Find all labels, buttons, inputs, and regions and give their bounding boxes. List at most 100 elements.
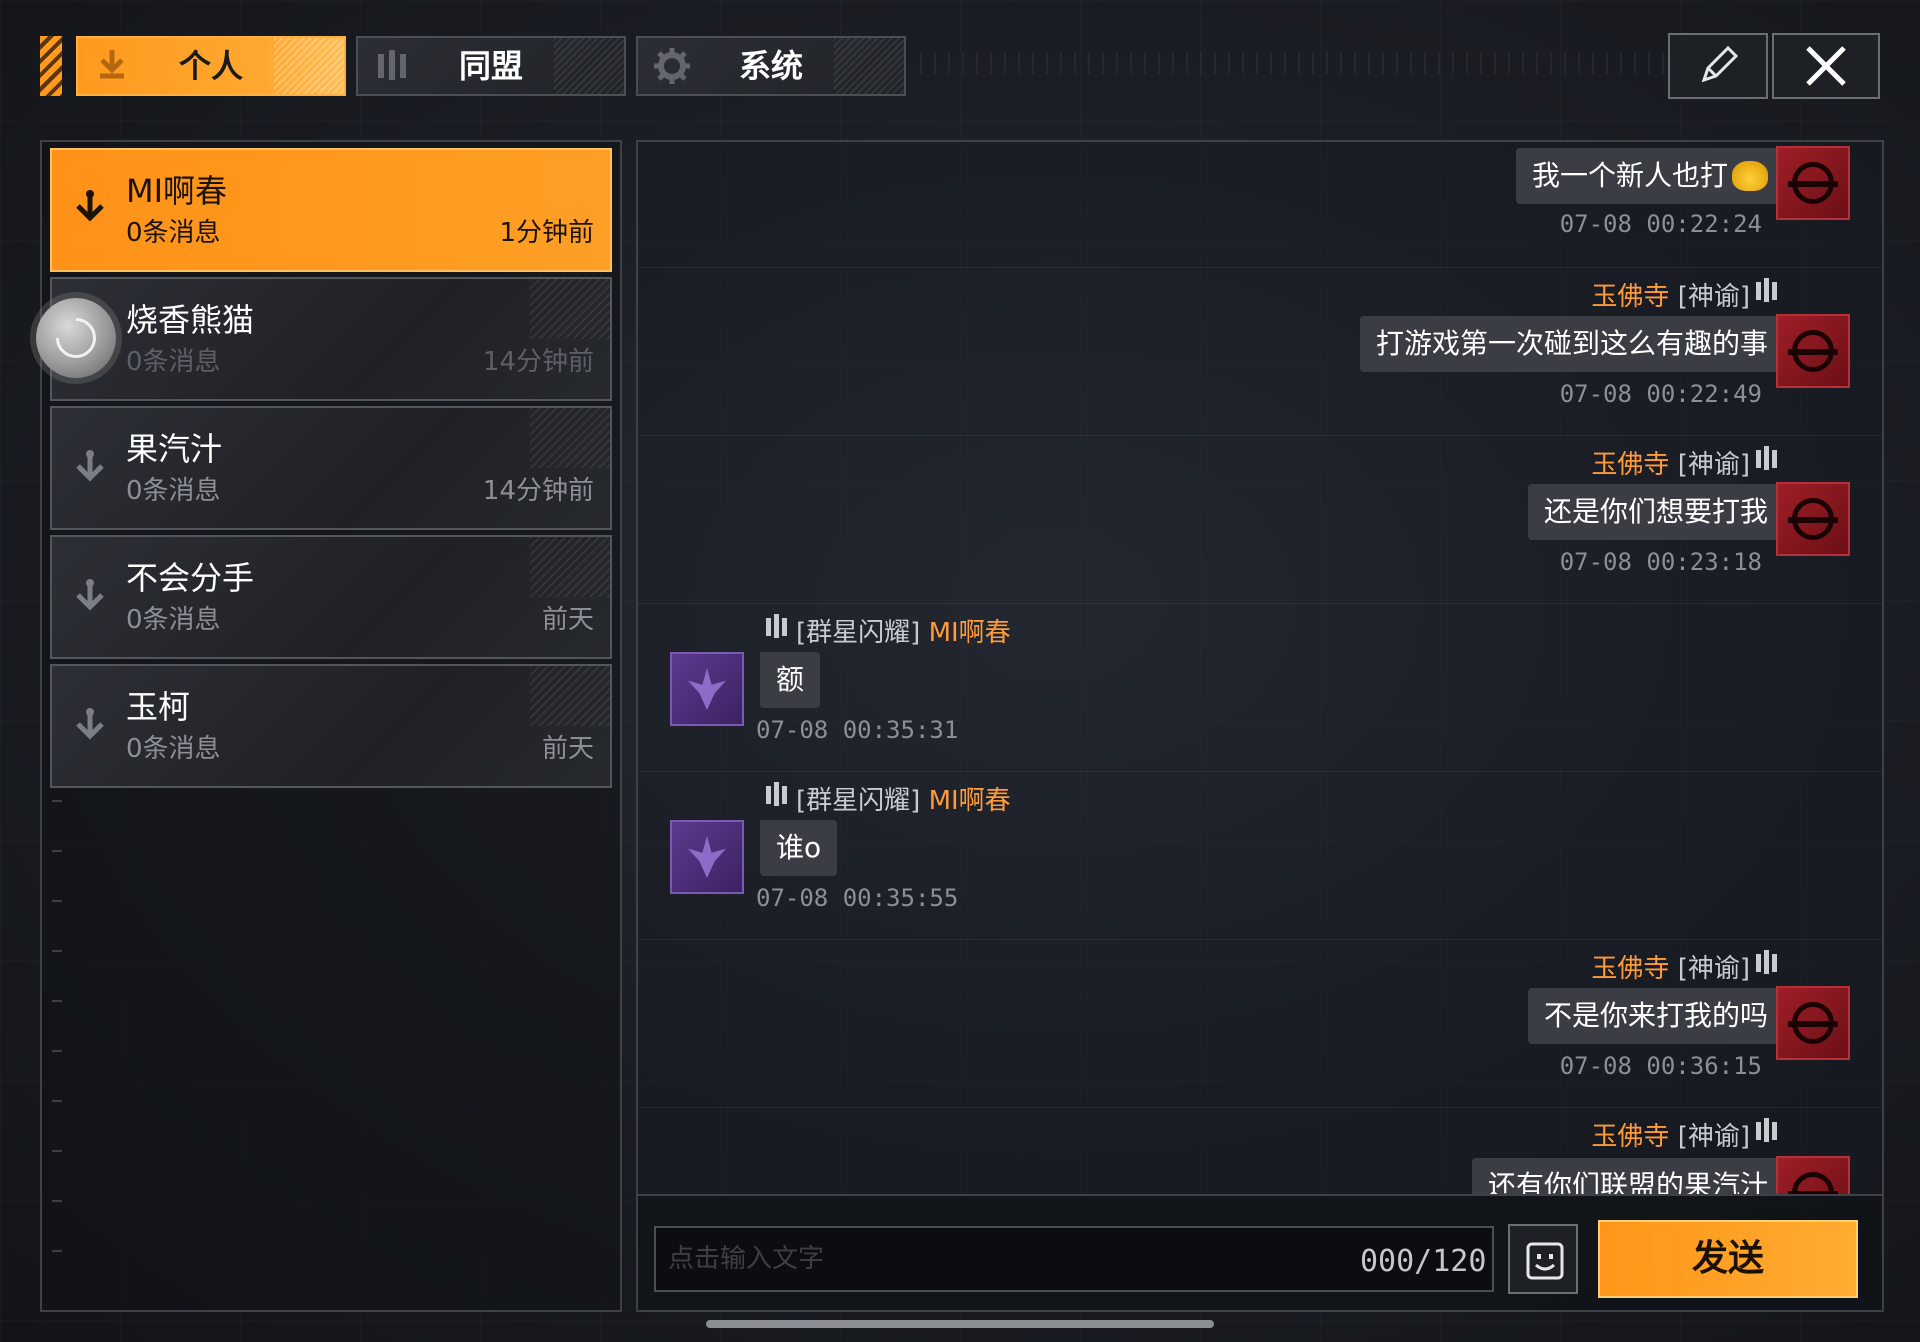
avatar[interactable]: [670, 652, 744, 726]
tab-alliance-label: 同盟: [458, 47, 523, 85]
chat-panel: 我一个新人也打 07-08 00:22:24 玉佛寺 [神谕] 打游戏第一次碰到…: [636, 140, 1884, 1312]
message-item: 玉佛寺 [神谕] 打游戏第一次碰到这么有趣的事 07-08 00:22:49: [638, 276, 1882, 426]
contact-time: 前天: [541, 605, 594, 635]
contact-item[interactable]: MI啊春 0条消息 1分钟前: [50, 148, 612, 272]
sender-guild: [神谕]: [1677, 282, 1750, 312]
sender-name: 玉佛寺: [1591, 450, 1670, 480]
scrollbar[interactable]: [706, 1320, 1214, 1328]
sender-guild: [群星闪耀]: [796, 786, 921, 816]
sender-guild: [群星闪耀]: [796, 618, 921, 648]
contact-time: 1分钟前: [499, 218, 594, 248]
contact-item[interactable]: 烧香熊猫 0条消息 14分钟前: [50, 277, 612, 401]
message-bubble[interactable]: 额: [760, 652, 821, 708]
row-divider: [638, 939, 1882, 940]
character-counter: 000/120: [1360, 1244, 1487, 1279]
sender-name: MI啊春: [928, 618, 1011, 648]
emoji-sticker-icon: [1732, 161, 1768, 191]
contact-time: 14分钟前: [482, 476, 594, 506]
message-bubble[interactable]: 打游戏第一次碰到这么有趣的事: [1359, 316, 1797, 372]
avatar[interactable]: [1776, 314, 1850, 388]
message-sender: 玉佛寺 [神谕]: [1591, 276, 1750, 313]
contact-message-count: 0条消息: [126, 218, 221, 248]
tab-personal-label: 个人: [178, 47, 243, 85]
contact-name: 烧香熊猫: [126, 301, 255, 339]
sender-guild: [神谕]: [1677, 954, 1750, 984]
message-item: 玉佛寺 [神谕] 还是你们想要打我 07-08 00:23:18: [638, 444, 1882, 594]
message-item: 玉佛寺 [神谕] 还有你们联盟的果汽汁: [638, 1116, 1882, 1194]
sender-name: MI啊春: [928, 786, 1011, 816]
ruler-decoration: [52, 800, 62, 1300]
close-button[interactable]: [1772, 33, 1880, 99]
message-timestamp: 07-08 00:35:31: [756, 716, 959, 744]
message-bubble[interactable]: 还有你们联盟的果汽汁: [1471, 1158, 1797, 1194]
contact-item[interactable]: 不会分手 0条消息 前天: [50, 535, 612, 659]
message-sender: [群星闪耀] MI啊春: [796, 612, 1011, 649]
tab-alliance[interactable]: 同盟: [356, 36, 626, 96]
message-item: 我一个新人也打 07-08 00:22:24: [638, 142, 1882, 262]
header-decoration: [920, 52, 1680, 74]
sender-name: 玉佛寺: [1591, 1122, 1670, 1152]
message-bubble[interactable]: 谁o: [760, 820, 838, 876]
smiley-icon: [1526, 1242, 1564, 1280]
message-timestamp: 07-08 00:23:18: [1559, 548, 1762, 576]
avatar[interactable]: [1776, 146, 1850, 220]
tab-system[interactable]: 系统: [636, 36, 906, 96]
person-down-icon: [76, 579, 104, 611]
close-icon: [1806, 46, 1846, 86]
sender-guild: [神谕]: [1677, 450, 1750, 480]
sender-guild: [神谕]: [1677, 1122, 1750, 1152]
tab-personal[interactable]: 个人: [76, 36, 346, 96]
emoji-button[interactable]: [1508, 1224, 1578, 1294]
message-item: [群星闪耀] MI啊春 谁o 07-08 00:35:55: [638, 780, 1882, 930]
alliance-icon: [1756, 950, 1777, 974]
message-timestamp: 07-08 00:35:55: [756, 884, 959, 912]
contact-time: 前天: [541, 734, 594, 764]
send-button[interactable]: 发送: [1598, 1220, 1858, 1298]
message-item: [群星闪耀] MI啊春 额 07-08 00:35:31: [638, 612, 1882, 762]
contact-item[interactable]: 果汽汁 0条消息 14分钟前: [50, 406, 612, 530]
row-divider: [638, 771, 1882, 772]
avatar[interactable]: [1776, 482, 1850, 556]
contact-time: 14分钟前: [482, 347, 594, 377]
row-divider: [638, 435, 1882, 436]
avatar[interactable]: [1776, 1156, 1850, 1194]
alliance-icon: [1756, 1118, 1777, 1142]
contact-message-count: 0条消息: [126, 476, 221, 506]
sender-name: 玉佛寺: [1591, 282, 1670, 312]
row-divider: [638, 267, 1882, 268]
message-timestamp: 07-08 00:22:49: [1559, 380, 1762, 408]
message-list[interactable]: 我一个新人也打 07-08 00:22:24 玉佛寺 [神谕] 打游戏第一次碰到…: [638, 142, 1882, 1194]
tab-system-label: 系统: [738, 47, 803, 85]
person-down-icon: [76, 190, 104, 222]
message-sender: [群星闪耀] MI啊春: [796, 780, 1011, 817]
pencil-icon: [1701, 45, 1739, 83]
alliance-icon: [766, 782, 787, 806]
contact-name: 果汽汁: [126, 430, 223, 468]
chat-screen: 个人 同盟 系统 MI啊春 0条消息 1分钟前 烧香熊猫 0条消息 14分钟前 …: [0, 0, 1920, 1342]
contact-name: 不会分手: [126, 559, 255, 597]
message-bubble[interactable]: 不是你来打我的吗: [1527, 988, 1797, 1044]
contact-name: 玉柯: [126, 688, 191, 726]
avatar[interactable]: [1776, 986, 1850, 1060]
contact-item[interactable]: 玉柯 0条消息 前天: [50, 664, 612, 788]
message-sender: 玉佛寺 [神谕]: [1591, 948, 1750, 985]
person-down-icon: [76, 450, 104, 482]
row-divider: [638, 1107, 1882, 1108]
contact-message-count: 0条消息: [126, 605, 221, 635]
message-text: 我一个新人也打: [1531, 159, 1728, 192]
message-item: 玉佛寺 [神谕] 不是你来打我的吗 07-08 00:36:15: [638, 948, 1882, 1098]
alliance-icon: [1756, 446, 1777, 470]
message-sender: 玉佛寺 [神谕]: [1591, 444, 1750, 481]
message-bubble[interactable]: 我一个新人也打: [1515, 148, 1797, 204]
top-bar: 个人 同盟 系统: [0, 0, 1920, 110]
alliance-icon: [1756, 278, 1777, 302]
sender-name: 玉佛寺: [1591, 954, 1670, 984]
edit-button[interactable]: [1668, 33, 1768, 99]
message-bubble[interactable]: 还是你们想要打我: [1527, 484, 1797, 540]
input-bar: 000/120 发送: [638, 1194, 1882, 1310]
alliance-icon: [766, 614, 787, 638]
message-timestamp: 07-08 00:22:24: [1559, 210, 1762, 238]
floating-assistant-avatar[interactable]: [36, 298, 116, 378]
avatar[interactable]: [670, 820, 744, 894]
contact-name: MI啊春: [126, 172, 228, 210]
